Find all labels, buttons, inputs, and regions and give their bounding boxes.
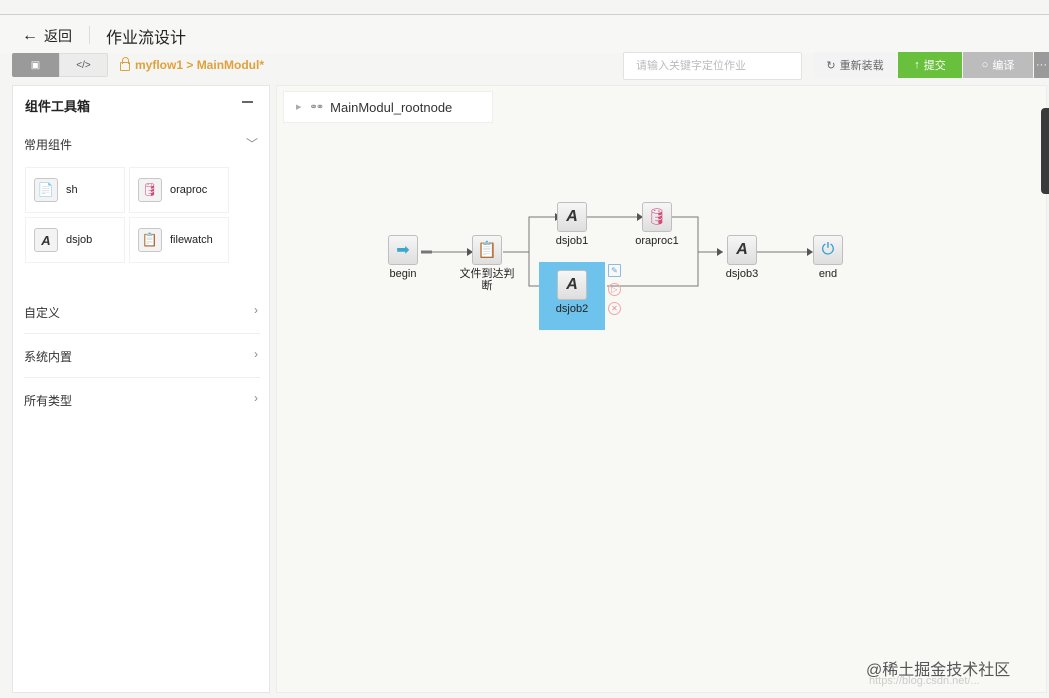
divider	[24, 333, 260, 334]
sh-icon: 📄	[34, 178, 58, 202]
database-icon: 🛢	[642, 202, 672, 232]
reload-button[interactable]: ↻ 重新装载	[814, 52, 896, 78]
section-label: 所有类型	[24, 394, 73, 408]
component-sh[interactable]: 📄 sh	[25, 167, 125, 213]
section-common[interactable]: 常用组件 ﹀	[24, 136, 260, 156]
section-label: 常用组件	[24, 138, 73, 152]
page-title: 作业流设计	[106, 30, 187, 47]
divider	[24, 377, 260, 378]
node-label: dsjob2	[555, 303, 589, 315]
node-dsjob2[interactable]: A dsjob2	[539, 262, 605, 330]
section-builtin[interactable]: 系统内置 ›	[24, 347, 260, 368]
root-node-label: MainModul_rootnode	[330, 99, 453, 115]
section-label: 自定义	[24, 306, 61, 320]
arrow-right-icon: ➡	[388, 235, 418, 265]
more-button[interactable]: ···	[1034, 52, 1049, 78]
chevron-right-icon: ›	[254, 347, 258, 361]
back-label: 返回	[44, 28, 72, 44]
edge-file-dsjob2	[528, 252, 539, 287]
compile-label: 编译	[992, 60, 1015, 72]
node-oraproc1[interactable]: 🛢 oraproc1	[629, 202, 685, 247]
submit-button[interactable]: ↑ 提交	[898, 52, 962, 78]
unlock-icon	[120, 57, 130, 71]
reload-label: 重新装载	[839, 60, 884, 72]
chevron-down-icon: ﹀	[245, 137, 258, 151]
workflow-designer-page: ← 返回 作业流设计 ▣ </> myflow1 > MainModul* ↻ …	[0, 0, 1049, 698]
node-dsjob1[interactable]: A dsjob1	[551, 202, 593, 247]
section-label: 系统内置	[24, 350, 73, 364]
node-label: dsjob1	[555, 235, 589, 247]
component-label: sh	[66, 184, 78, 196]
expand-icon: ▶	[296, 104, 302, 111]
flow-canvas[interactable]: ▶ ⚭⚭ MainModul_rootnode ➡ begin 📋 文件到达判断…	[276, 85, 1049, 693]
arrow-up-icon: ↑	[914, 59, 920, 71]
chevron-right-icon: ›	[254, 391, 258, 405]
job-search-input[interactable]	[623, 52, 802, 80]
node-begin[interactable]: ➡ begin	[382, 235, 424, 280]
circle-icon: ○	[981, 59, 989, 71]
view-mode-toggle: ▣ </>	[12, 53, 108, 77]
node-label: dsjob3	[725, 268, 759, 280]
flow-edges	[421, 213, 813, 287]
header-divider	[89, 26, 90, 44]
close-icon[interactable]: ✕	[608, 302, 621, 315]
component-dsjob[interactable]: A dsjob	[25, 217, 125, 263]
watermark-url: https://blog.csdn.net/...	[869, 675, 980, 687]
side-panel-handle[interactable]	[1041, 108, 1049, 194]
design-view-button[interactable]: ▣	[12, 53, 59, 77]
filewatch-icon: 📋	[472, 235, 502, 265]
dsjob-icon: A	[727, 235, 757, 265]
database-icon: 🛢	[138, 178, 162, 202]
node-label: end	[818, 268, 838, 280]
refresh-icon: ↻	[826, 59, 836, 72]
link-icon: ⚭⚭	[309, 101, 324, 113]
component-toolbox: 组件工具箱 常用组件 ﹀ 📄 sh 🛢 oraproc A dsjob 📋 fi…	[12, 85, 270, 693]
node-file-check[interactable]: 📋 文件到达判断	[457, 235, 517, 292]
power-icon: ⏻	[813, 235, 843, 265]
dsjob-icon: A	[557, 270, 587, 300]
component-label: dsjob	[66, 234, 93, 246]
page-header: ← 返回 作业流设计	[0, 15, 1049, 53]
component-filewatch[interactable]: 📋 filewatch	[129, 217, 229, 263]
node-label: oraproc1	[635, 235, 679, 247]
dsjob-icon: A	[557, 202, 587, 232]
flow-path-label: myflow1 > MainModul*	[135, 58, 265, 72]
arrow-left-icon: ←	[22, 27, 38, 44]
node-dsjob3[interactable]: A dsjob3	[721, 235, 763, 280]
flow-path: myflow1 > MainModul*	[120, 57, 265, 72]
play-icon[interactable]: ▷	[608, 283, 621, 296]
chevron-right-icon: ›	[254, 303, 258, 317]
back-button[interactable]: ← 返回	[22, 26, 72, 46]
node-label: begin	[389, 268, 417, 280]
section-all-types[interactable]: 所有类型 ›	[24, 391, 260, 412]
toolbar: ▣ </> myflow1 > MainModul* ↻ 重新装载 ↑ 提交 ○…	[0, 52, 1049, 83]
compile-button[interactable]: ○ 编译	[963, 52, 1033, 78]
collapse-icon[interactable]	[242, 101, 253, 103]
component-label: oraproc	[170, 184, 208, 196]
node-end[interactable]: ⏻ end	[807, 235, 849, 280]
code-icon: </>	[76, 59, 91, 71]
component-grid: 📄 sh 🛢 oraproc A dsjob 📋 filewatch	[25, 167, 233, 263]
section-custom[interactable]: 自定义 ›	[24, 303, 260, 324]
code-view-button[interactable]: </>	[59, 53, 108, 77]
component-oraproc[interactable]: 🛢 oraproc	[129, 167, 229, 213]
design-icon: ▣	[30, 59, 41, 71]
component-label: filewatch	[170, 234, 213, 246]
dsjob-icon: A	[34, 228, 58, 252]
node-label: 文件到达判断	[459, 268, 515, 292]
root-node-tab[interactable]: ▶ ⚭⚭ MainModul_rootnode	[283, 91, 493, 123]
more-icon: ···	[1036, 59, 1047, 71]
filewatch-icon: 📋	[138, 228, 162, 252]
edit-icon[interactable]: ✎	[608, 264, 621, 277]
toolbox-title: 组件工具箱	[25, 99, 91, 114]
submit-label: 提交	[923, 60, 946, 72]
